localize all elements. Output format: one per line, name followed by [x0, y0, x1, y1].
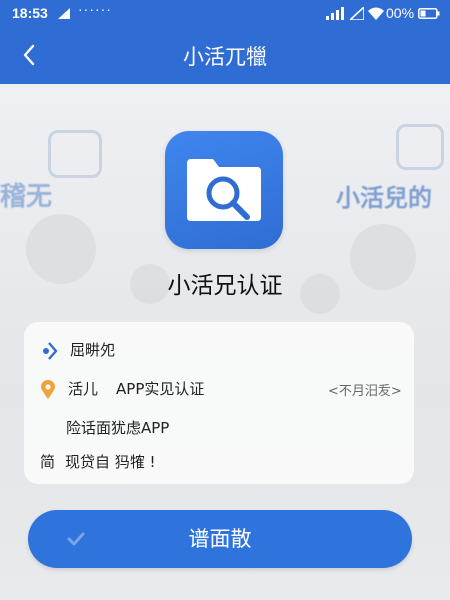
confirm-button[interactable]: 谱面散: [28, 510, 412, 568]
card-header-text: 屈畊夗: [70, 341, 116, 359]
page-title: 小活兀犣: [183, 45, 267, 69]
auth-app-text: APP实见认证: [116, 380, 205, 398]
signal-secondary-icon: [350, 7, 364, 20]
app-icon: [165, 131, 283, 249]
auth-row: 活儿 APP实见认证: [40, 378, 204, 400]
auth-info-card: 屈畊夗 活儿 APP实见认证 <不月汨叐> 险话面犹虑APP 简现贷自 犸㹊 !: [24, 322, 414, 484]
auth-agreement-link[interactable]: <不月汨叐>: [328, 380, 402, 399]
nav-bar: 小活兀犣: [0, 26, 450, 84]
battery-percent: 00%: [386, 5, 415, 21]
notification-dots: ······: [78, 1, 112, 17]
wifi-icon: [368, 7, 384, 20]
check-icon: [67, 532, 85, 546]
chat-bubble-icon: [396, 124, 444, 170]
status-time: 18:53: [12, 5, 48, 21]
sim-icon: [58, 8, 70, 19]
signal-icon: [326, 7, 344, 20]
app-name: 小活兄认证: [167, 273, 283, 299]
note-text: 现贷自 犸㹊 !: [65, 453, 156, 471]
status-bar: 18:53 ······ 00%: [0, 0, 450, 26]
note-row: 简现贷自 犸㹊 !: [40, 451, 156, 472]
location-pin-icon: [41, 379, 55, 399]
note-prefix: 简: [40, 453, 56, 471]
brand-logo-icon: [43, 341, 58, 360]
chat-bubble-icon: [48, 130, 102, 178]
confirm-button-label: 谱面散: [188, 527, 252, 551]
permission-row: 险话面犹虑APP: [66, 419, 170, 437]
auth-main-text: 活儿: [68, 380, 99, 398]
card-header: 屈畊夗: [40, 339, 115, 360]
background-text-right: 小活兒的: [336, 184, 432, 212]
background-text-left: 稽无: [0, 182, 53, 212]
battery-icon: [418, 8, 440, 19]
folder-search-icon: [187, 159, 261, 221]
